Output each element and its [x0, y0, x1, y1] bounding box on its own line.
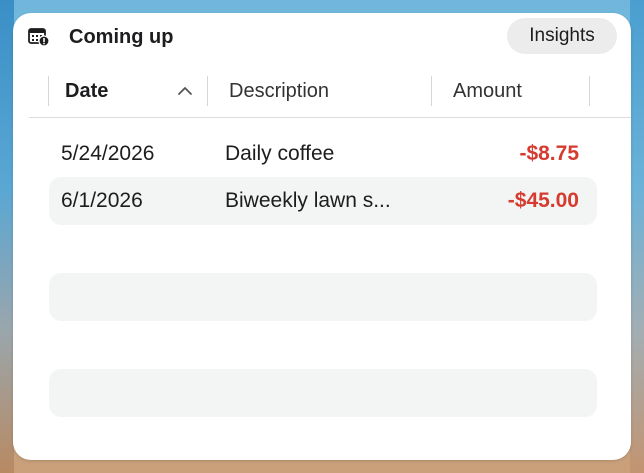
table-row[interactable]: 6/1/2026 Biweekly lawn s... -$45.00	[49, 177, 597, 225]
row-date: 6/1/2026	[61, 189, 143, 212]
sort-ascending-icon[interactable]	[177, 84, 193, 98]
row-amount: -$45.00	[507, 189, 579, 212]
table-row[interactable]: 5/24/2026 Daily coffee -$8.75	[49, 130, 597, 178]
table-column-header: Date Description Amount	[13, 74, 631, 108]
table-row-empty	[49, 369, 597, 417]
column-header-amount[interactable]: Amount	[453, 79, 522, 103]
table-row-empty	[49, 321, 597, 369]
table-row-empty	[49, 273, 597, 321]
insights-button[interactable]: Insights	[507, 18, 617, 54]
column-header-date[interactable]: Date	[65, 79, 108, 103]
widget-header: Coming up Insights	[13, 13, 631, 61]
column-separator[interactable]	[589, 76, 590, 106]
row-amount: -$8.75	[519, 142, 579, 165]
table-row-empty	[49, 225, 597, 273]
coming-up-widget: Coming up Insights Date Description Amou…	[13, 13, 631, 460]
header-divider	[29, 117, 631, 118]
calendar-alert-icon	[28, 27, 50, 47]
widget-title: Coming up	[69, 26, 174, 48]
row-description: Daily coffee	[225, 142, 335, 165]
column-separator[interactable]	[431, 76, 432, 106]
column-separator[interactable]	[48, 76, 49, 106]
desktop-wallpaper-right	[630, 0, 644, 473]
row-date: 5/24/2026	[61, 142, 155, 165]
column-separator[interactable]	[207, 76, 208, 106]
column-header-description[interactable]: Description	[229, 79, 329, 103]
desktop-wallpaper-left	[0, 0, 14, 473]
row-description: Biweekly lawn s...	[225, 189, 391, 212]
